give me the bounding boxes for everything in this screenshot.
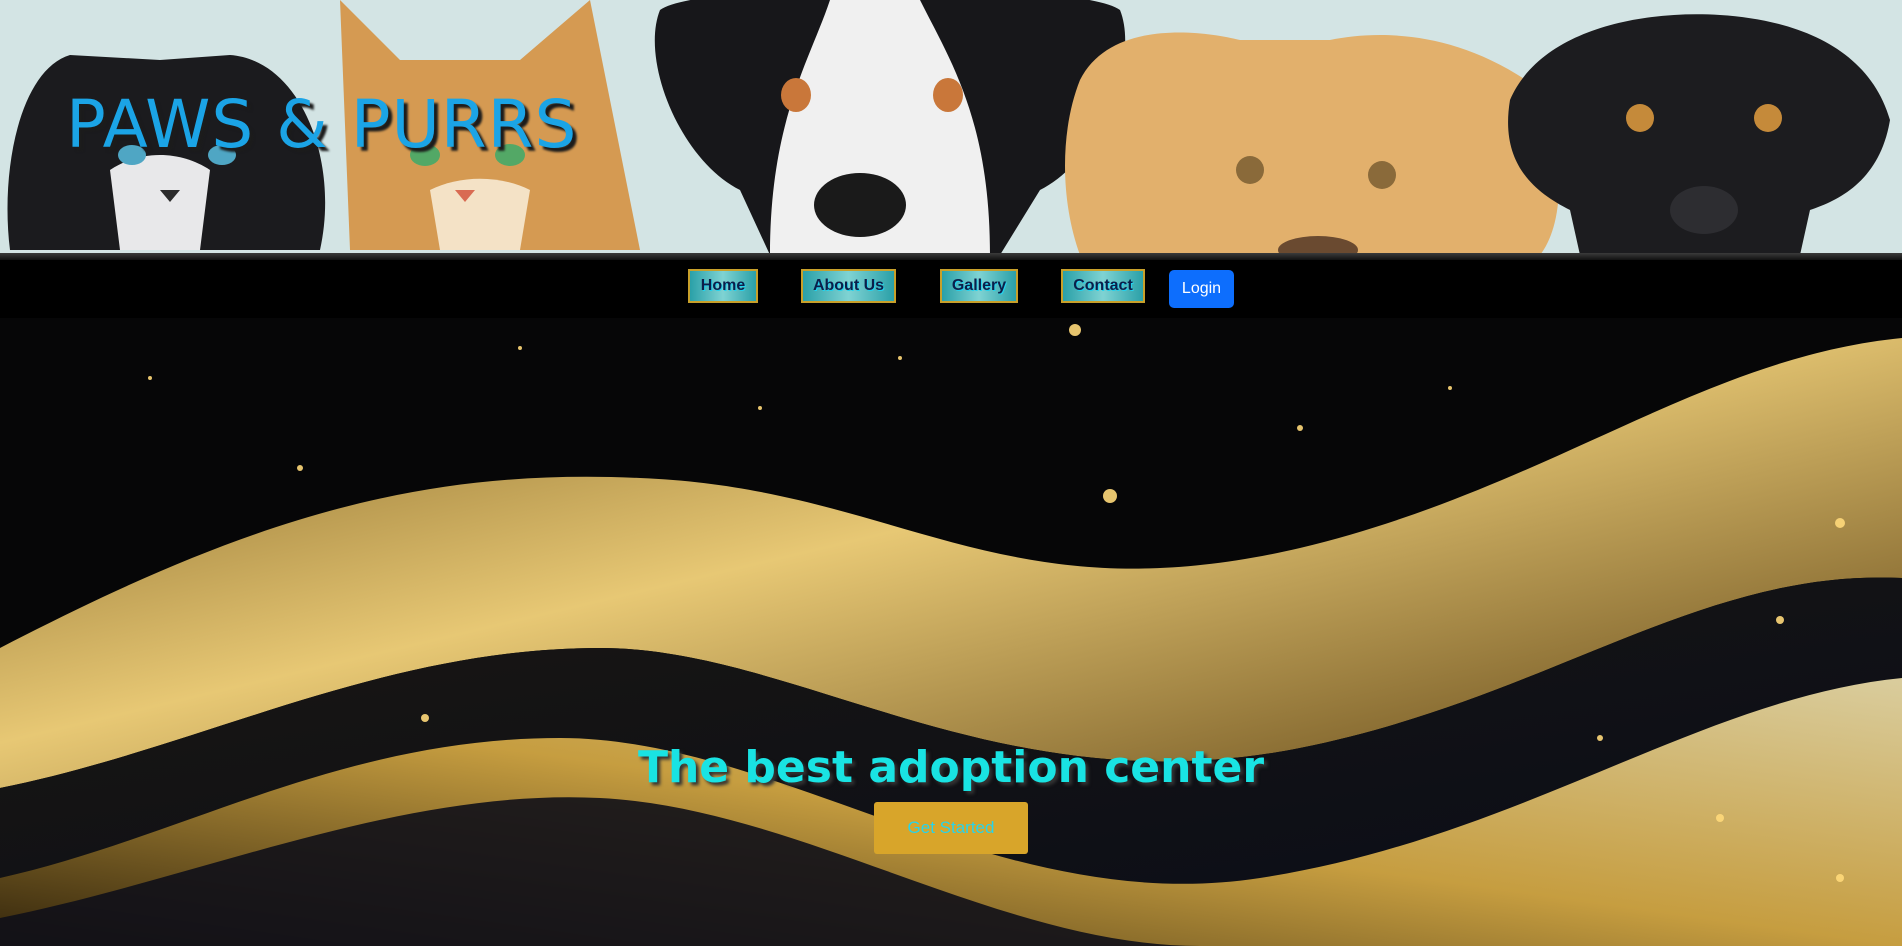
get-started-button[interactable]: Get Started xyxy=(874,802,1028,854)
hero-heading: The best adoption center xyxy=(637,742,1265,793)
golden-dog-illustration xyxy=(1065,32,1559,260)
header-banner: PAWS & PURRS xyxy=(0,0,1902,260)
nav-link-contact[interactable]: Contact xyxy=(1061,269,1145,303)
nav-link-home[interactable]: Home xyxy=(688,269,758,303)
login-button[interactable]: Login xyxy=(1169,270,1234,308)
nav-link-about-us[interactable]: About Us xyxy=(801,269,896,303)
main-navbar: Home About Us Gallery Contact Login xyxy=(0,260,1902,318)
page: PAWS & PURRS Home About Us Gallery Conta… xyxy=(0,0,1902,946)
site-title: PAWS & PURRS xyxy=(66,86,578,163)
hero-section: The best adoption center Get Started xyxy=(0,318,1902,946)
nav-link-gallery[interactable]: Gallery xyxy=(940,269,1018,303)
banner-ledge xyxy=(0,253,1902,260)
